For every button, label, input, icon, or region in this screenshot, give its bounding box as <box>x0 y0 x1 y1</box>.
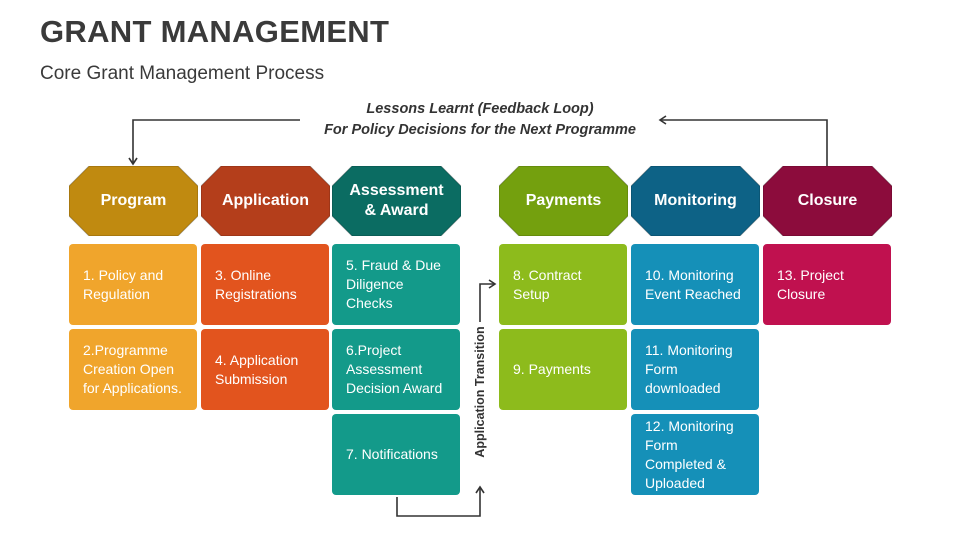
stage-header-application: Application <box>201 166 330 236</box>
feedback-loop-line-1: Lessons Learnt (Feedback Loop) <box>366 101 594 117</box>
transition-arrow-top <box>479 279 497 322</box>
step-text: 4. Application Submission <box>215 351 299 387</box>
stage-label: Closure <box>797 192 858 209</box>
step-box: 11. Monitoring Form downloaded <box>631 329 759 410</box>
stage-label: Payments <box>525 192 602 209</box>
stage-header-program: Program <box>69 166 198 236</box>
step-text: 10. Monitoring Event Reached <box>645 266 741 302</box>
stage-header-payments: Payments <box>499 166 628 236</box>
stage-header-assessment-and-award: Assessment & Award <box>332 166 461 236</box>
stage-label: Monitoring <box>654 192 737 209</box>
step-text: 12. Monitoring Form Completed & Uploaded <box>645 417 734 491</box>
step-box: 2.Programme Creation Open for Applicatio… <box>69 329 197 410</box>
step-text: 5. Fraud & Due Diligence Checks <box>346 257 441 311</box>
step-box: 13. Project Closure <box>763 244 891 325</box>
step-box: 6.Project Assessment Decision Award <box>332 329 460 410</box>
step-text: 6.Project Assessment Decision Award <box>346 342 443 396</box>
step-box: 8. Contract Setup <box>499 244 627 325</box>
step-box: 3. Online Registrations <box>201 244 329 325</box>
step-box: 5. Fraud & Due Diligence Checks <box>332 244 460 325</box>
step-text: 11. Monitoring Form downloaded <box>645 342 733 396</box>
step-text: 13. Project Closure <box>777 266 844 302</box>
step-box: 4. Application Submission <box>201 329 329 410</box>
step-text: 7. Notifications <box>346 446 438 462</box>
stage-label: Program <box>100 192 167 209</box>
step-text: 2.Programme Creation Open for Applicatio… <box>83 342 182 396</box>
step-text: 1. Policy and Regulation <box>83 266 164 302</box>
stage-label: Assessment & Award <box>349 182 444 219</box>
step-text: 9. Payments <box>513 361 591 377</box>
step-text: 8. Contract Setup <box>513 266 582 302</box>
step-box: 12. Monitoring Form Completed & Uploaded <box>631 414 759 495</box>
step-text: 3. Online Registrations <box>215 266 297 302</box>
stage-header-monitoring: Monitoring <box>631 166 760 236</box>
step-box: 1. Policy and Regulation <box>69 244 197 325</box>
stage-header-closure: Closure <box>763 166 892 236</box>
step-box: 10. Monitoring Event Reached <box>631 244 759 325</box>
step-box: 9. Payments <box>499 329 627 410</box>
step-box: 7. Notifications <box>332 414 460 495</box>
application-transition-label: Application Transition <box>473 326 487 458</box>
stage-label: Application <box>221 192 310 209</box>
feedback-loop-label: Lessons Learnt (Feedback Loop) For Polic… <box>240 99 720 141</box>
feedback-loop-line-2: For Policy Decisions for the Next Progra… <box>324 122 636 138</box>
